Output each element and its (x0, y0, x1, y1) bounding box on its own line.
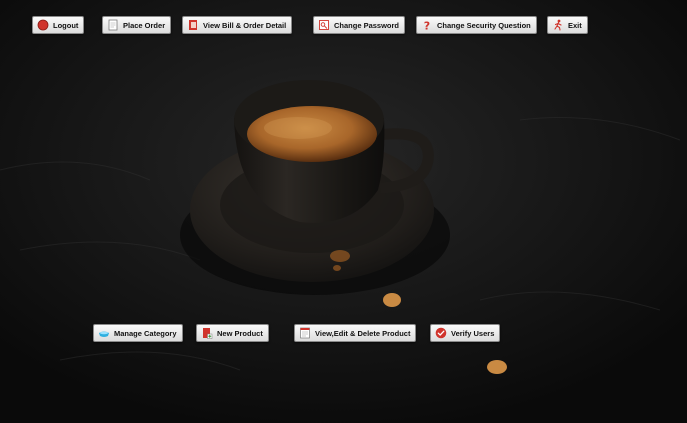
place-order-button[interactable]: Place Order (102, 16, 172, 34)
manage-category-button[interactable]: Manage Category (93, 324, 183, 342)
place-order-label: Place Order (123, 20, 166, 30)
exit-label: Exit (568, 20, 582, 30)
exit-running-man-icon (552, 19, 564, 31)
verify-users-label: Verify Users (451, 328, 495, 338)
logout-button[interactable]: Logout (32, 16, 85, 34)
logout-label: Logout (53, 20, 79, 30)
coffee-background-image (0, 0, 687, 423)
change-password-button[interactable]: Change Password (313, 16, 406, 34)
check-circle-icon (435, 327, 447, 339)
change-security-question-label: Change Security Question (437, 20, 531, 30)
new-product-icon (201, 327, 213, 339)
bill-book-icon (187, 19, 199, 31)
view-edit-delete-product-label: View,Edit & Delete Product (315, 328, 411, 338)
change-security-question-button[interactable]: ? Change Security Question (416, 16, 537, 34)
password-key-icon (318, 19, 330, 31)
view-bill-label: View Bill & Order Detail (203, 20, 287, 30)
record-circle-icon (37, 19, 49, 31)
new-product-label: New Product (217, 328, 263, 338)
question-mark-icon: ? (421, 19, 433, 32)
exit-button[interactable]: Exit (547, 16, 588, 34)
edit-list-icon (299, 327, 311, 339)
verify-users-button[interactable]: Verify Users (430, 324, 501, 342)
document-icon (107, 19, 119, 31)
new-product-button[interactable]: New Product (196, 324, 269, 342)
svg-text:?: ? (424, 20, 430, 32)
category-tray-icon (98, 327, 110, 339)
view-bill-order-detail-button[interactable]: View Bill & Order Detail (182, 16, 293, 34)
manage-category-label: Manage Category (114, 328, 177, 338)
change-password-label: Change Password (334, 20, 400, 30)
view-edit-delete-product-button[interactable]: View,Edit & Delete Product (294, 324, 417, 342)
